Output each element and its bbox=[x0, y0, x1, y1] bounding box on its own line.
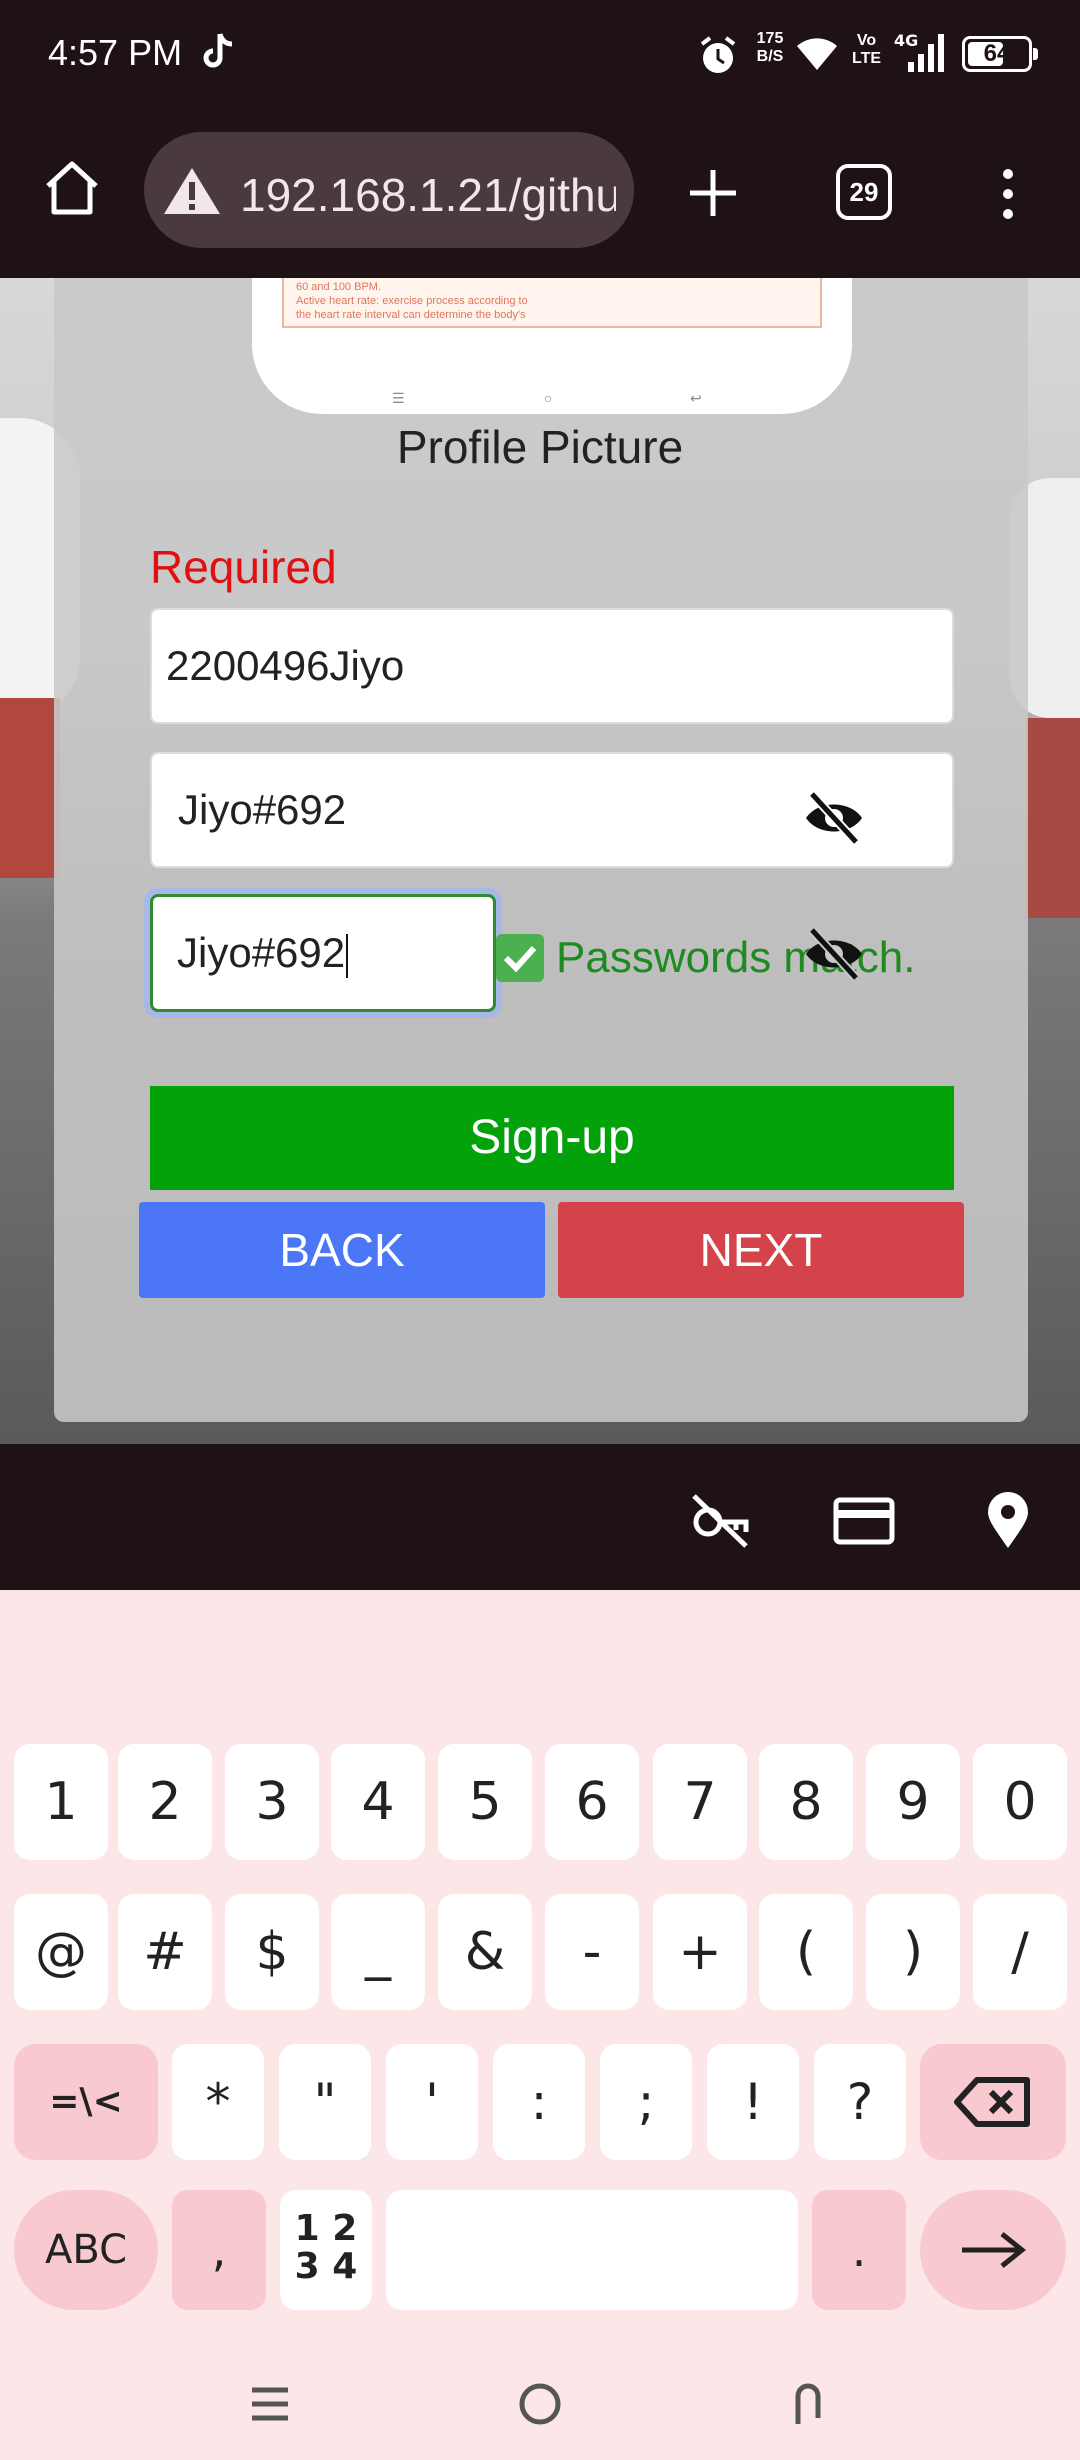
abc-key[interactable]: ABC bbox=[14, 2190, 158, 2310]
tiktok-icon bbox=[203, 33, 233, 68]
url-text[interactable]: 192.168.1.21/github bbox=[240, 168, 616, 222]
wifi-icon bbox=[797, 38, 837, 70]
keyboard: 1 2 3 4 5 6 7 8 9 0 @ # $ _ & - + ( ) / … bbox=[0, 1590, 1080, 2340]
key-0[interactable]: 0 bbox=[973, 1744, 1067, 1860]
alarm-icon bbox=[700, 36, 736, 73]
key-8[interactable]: 8 bbox=[759, 1744, 853, 1860]
preview-line: Active heart rate: exercise process acco… bbox=[296, 295, 528, 307]
preview-home-icon: ○ bbox=[544, 390, 553, 406]
backspace-icon bbox=[954, 2077, 1030, 2127]
key-3[interactable]: 3 bbox=[225, 1744, 319, 1860]
checkmark-icon bbox=[496, 934, 544, 982]
autofill-bar bbox=[0, 1444, 1080, 1590]
network-speed-value: 175 bbox=[756, 30, 784, 47]
preview-line: 60 and 100 BPM. bbox=[296, 281, 382, 293]
key-apostrophe[interactable]: ' bbox=[386, 2044, 478, 2160]
required-label: Required bbox=[150, 541, 337, 593]
numpad-key-bottom: 3 4 bbox=[294, 2246, 358, 2287]
recent-apps-icon[interactable] bbox=[240, 2374, 300, 2434]
signal-icon: 4G bbox=[894, 31, 944, 72]
key-double-quote[interactable]: " bbox=[279, 2044, 371, 2160]
browser-toolbar: 192.168.1.21/github 29 bbox=[0, 110, 1080, 278]
network-speed: 175 B/S bbox=[750, 30, 790, 66]
volte-indicator: Vo LTE bbox=[852, 32, 881, 68]
preview-text-box: 60 and 100 BPM. Active heart rate: exerc… bbox=[282, 278, 822, 328]
numpad-key-top: 1 2 bbox=[294, 2208, 358, 2249]
key-semicolon[interactable]: ; bbox=[600, 2044, 692, 2160]
key-asterisk[interactable]: * bbox=[172, 2044, 264, 2160]
confirm-password-value: Jiyo#692 bbox=[177, 929, 346, 976]
key-plus[interactable]: + bbox=[653, 1894, 747, 2010]
key-dollar[interactable]: $ bbox=[225, 1894, 319, 2010]
key-colon[interactable]: : bbox=[493, 2044, 585, 2160]
preview-line: the heart rate interval can determine th… bbox=[296, 309, 526, 321]
key-7[interactable]: 7 bbox=[653, 1744, 747, 1860]
more-menu-icon[interactable] bbox=[998, 166, 1018, 222]
preview-back-icon: ↩ bbox=[690, 390, 702, 406]
key-ampersand[interactable]: & bbox=[438, 1894, 532, 2010]
key-exclamation[interactable]: ! bbox=[707, 2044, 799, 2160]
username-input[interactable]: 2200496Jiyo bbox=[150, 608, 954, 724]
confirm-password-input[interactable]: Jiyo#692 bbox=[150, 894, 496, 1012]
key-underscore[interactable]: _ bbox=[331, 1894, 425, 2010]
tab-switcher-button[interactable]: 29 bbox=[836, 164, 892, 220]
enter-key[interactable] bbox=[920, 2190, 1066, 2310]
payment-card-icon[interactable] bbox=[832, 1490, 896, 1550]
key-question[interactable]: ? bbox=[814, 2044, 906, 2160]
home-icon[interactable] bbox=[40, 156, 104, 220]
system-nav-bar bbox=[0, 2340, 1080, 2460]
network-speed-unit: B/S bbox=[756, 48, 784, 65]
volte-top: Vo bbox=[856, 32, 877, 49]
key-2[interactable]: 2 bbox=[118, 1744, 212, 1860]
key-6[interactable]: 6 bbox=[545, 1744, 639, 1860]
preview-menu-icon: ☰ bbox=[392, 390, 405, 406]
volte-bottom: LTE bbox=[852, 50, 882, 67]
key-slash[interactable]: / bbox=[973, 1894, 1067, 2010]
space-key[interactable] bbox=[386, 2190, 798, 2310]
signup-button[interactable]: Sign-up bbox=[150, 1086, 954, 1190]
back-nav-icon[interactable] bbox=[778, 2374, 838, 2434]
toggle-password-visibility-icon[interactable] bbox=[802, 790, 866, 846]
home-nav-icon[interactable] bbox=[510, 2374, 570, 2434]
new-tab-icon[interactable] bbox=[686, 166, 740, 220]
key-minus[interactable]: - bbox=[545, 1894, 639, 2010]
battery-icon: 64 bbox=[962, 36, 1038, 72]
key-period[interactable]: . bbox=[812, 2190, 906, 2310]
background-pavement bbox=[0, 698, 60, 878]
toggle-confirm-password-visibility-icon[interactable] bbox=[802, 926, 866, 982]
next-button[interactable]: NEXT bbox=[558, 1202, 964, 1298]
numpad-key[interactable]: 1 2 3 4 bbox=[280, 2190, 372, 2310]
backspace-key[interactable] bbox=[920, 2044, 1066, 2160]
not-secure-warning-icon[interactable] bbox=[162, 166, 222, 216]
key-9[interactable]: 9 bbox=[866, 1744, 960, 1860]
preview-nav-bar: ☰ ○ ↩ bbox=[252, 390, 852, 410]
web-content: 60 and 100 BPM. Active heart rate: exerc… bbox=[0, 278, 1080, 1444]
status-time: 4:57 PM bbox=[48, 32, 183, 73]
background-pavement bbox=[1026, 718, 1080, 918]
back-button[interactable]: BACK bbox=[139, 1202, 545, 1298]
key-5[interactable]: 5 bbox=[438, 1744, 532, 1860]
passwords-off-icon[interactable] bbox=[688, 1490, 752, 1550]
key-comma[interactable]: , bbox=[172, 2190, 266, 2310]
key-hash[interactable]: # bbox=[118, 1894, 212, 2010]
key-open-paren[interactable]: ( bbox=[759, 1894, 853, 2010]
network-type: 4G bbox=[894, 31, 918, 50]
more-symbols-key[interactable]: =\< bbox=[14, 2044, 158, 2160]
key-4[interactable]: 4 bbox=[331, 1744, 425, 1860]
address-bar[interactable]: 192.168.1.21/github bbox=[144, 132, 634, 248]
location-pin-icon[interactable] bbox=[976, 1490, 1040, 1550]
profile-picture-preview[interactable]: 60 and 100 BPM. Active heart rate: exerc… bbox=[252, 278, 852, 414]
battery-level: 64 bbox=[983, 40, 1011, 67]
key-1[interactable]: 1 bbox=[14, 1744, 108, 1860]
text-cursor bbox=[346, 933, 349, 978]
key-close-paren[interactable]: ) bbox=[866, 1894, 960, 2010]
status-bar: 4:57 PM 175 B/S Vo LTE 4G 64 bbox=[0, 0, 1080, 110]
profile-picture-title: Profile Picture bbox=[396, 421, 684, 473]
arrow-right-icon bbox=[962, 2232, 1027, 2268]
key-at[interactable]: @ bbox=[14, 1894, 108, 2010]
